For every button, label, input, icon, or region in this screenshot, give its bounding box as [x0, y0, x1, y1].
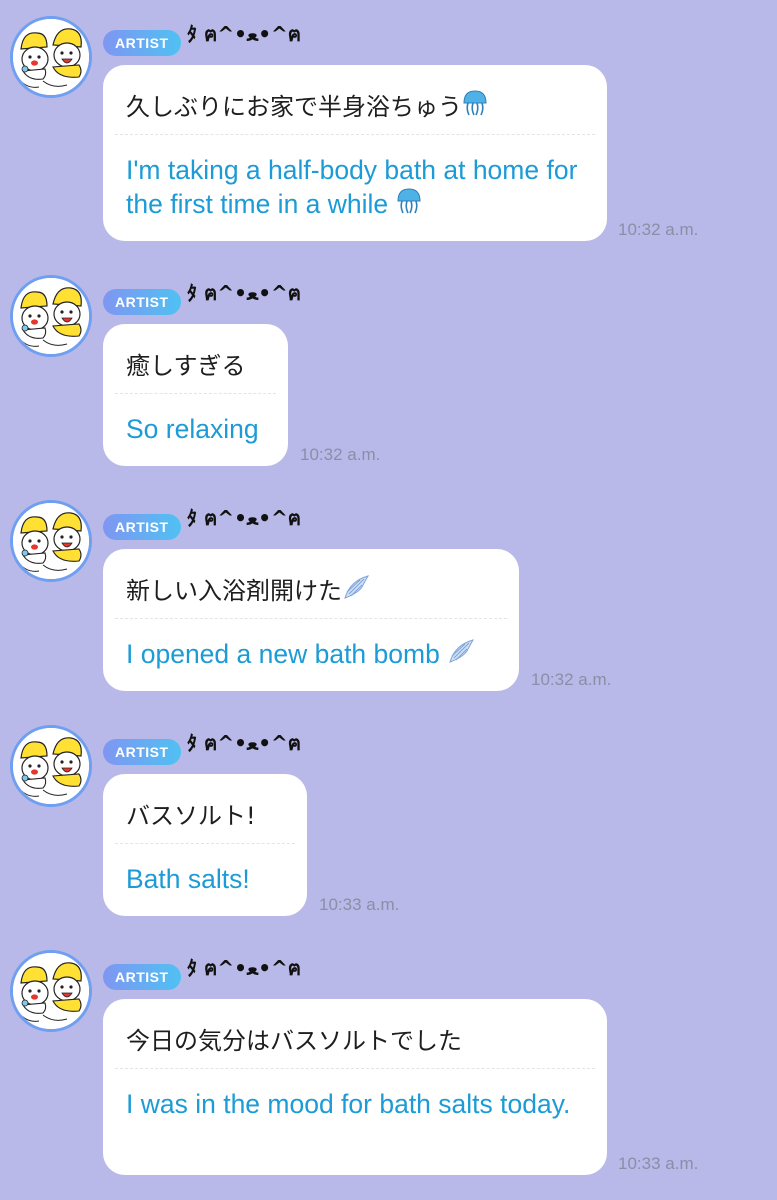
translated-text: I was in the mood for bath salts today. [126, 1089, 571, 1119]
message-bubble[interactable]: 今日の気分はバスソルトでした I was in the mood for bat… [103, 999, 607, 1175]
translated-text: I'm taking a half-body bath at home for … [103, 135, 607, 225]
message-timestamp: 10:32 a.m. [618, 220, 699, 239]
sender-name: ﾀ ฅ^•ﻌ•^ฅ [187, 22, 302, 46]
original-text: 癒しすぎる [126, 352, 246, 380]
jellyfish-icon [462, 89, 488, 123]
message-bubble[interactable]: 新しい入浴剤開けた I opened a new bath bomb [103, 549, 519, 691]
artist-badge: ARTIST [103, 514, 181, 540]
sender-avatar[interactable] [10, 950, 92, 1032]
sender-avatar[interactable] [10, 16, 92, 98]
message-timestamp: 10:32 a.m. [300, 445, 381, 464]
original-text: 新しい入浴剤開けた [103, 549, 519, 618]
original-text: 今日の気分はバスソルトでした [126, 1027, 462, 1055]
sender-avatar[interactable] [10, 275, 92, 357]
artist-badge: ARTIST [103, 30, 181, 56]
artist-badge: ARTIST [103, 289, 181, 315]
artist-badge: ARTIST [103, 739, 181, 765]
jellyfish-icon [396, 187, 422, 225]
message-timestamp: 10:33 a.m. [319, 895, 400, 914]
message-timestamp: 10:33 a.m. [618, 1154, 699, 1173]
sender-name: ﾀ ฅ^•ﻌ•^ฅ [187, 506, 302, 530]
sender-avatar[interactable] [10, 500, 92, 582]
translated-text: So relaxing [126, 414, 259, 444]
wing-icon [447, 637, 475, 675]
message-bubble[interactable]: 久しぶりにお家で半身浴ちゅう I'm taking a half-body ba… [103, 65, 607, 241]
artist-badge: ARTIST [103, 964, 181, 990]
sender-avatar[interactable] [10, 725, 92, 807]
sender-name: ﾀ ฅ^•ﻌ•^ฅ [187, 281, 302, 305]
wing-icon [342, 573, 370, 607]
message-bubble[interactable]: バスソルト! Bath salts! [103, 774, 307, 916]
sender-name: ﾀ ฅ^•ﻌ•^ฅ [187, 731, 302, 755]
message-timestamp: 10:32 a.m. [531, 670, 612, 689]
original-text: バスソルト! [126, 802, 256, 830]
translated-text: I opened a new bath bomb [103, 619, 519, 675]
sender-name: ﾀ ฅ^•ﻌ•^ฅ [187, 956, 302, 980]
original-text: 久しぶりにお家で半身浴ちゅう [103, 65, 607, 134]
message-bubble[interactable]: 癒しすぎる So relaxing [103, 324, 288, 466]
translated-text: Bath salts! [126, 864, 250, 894]
